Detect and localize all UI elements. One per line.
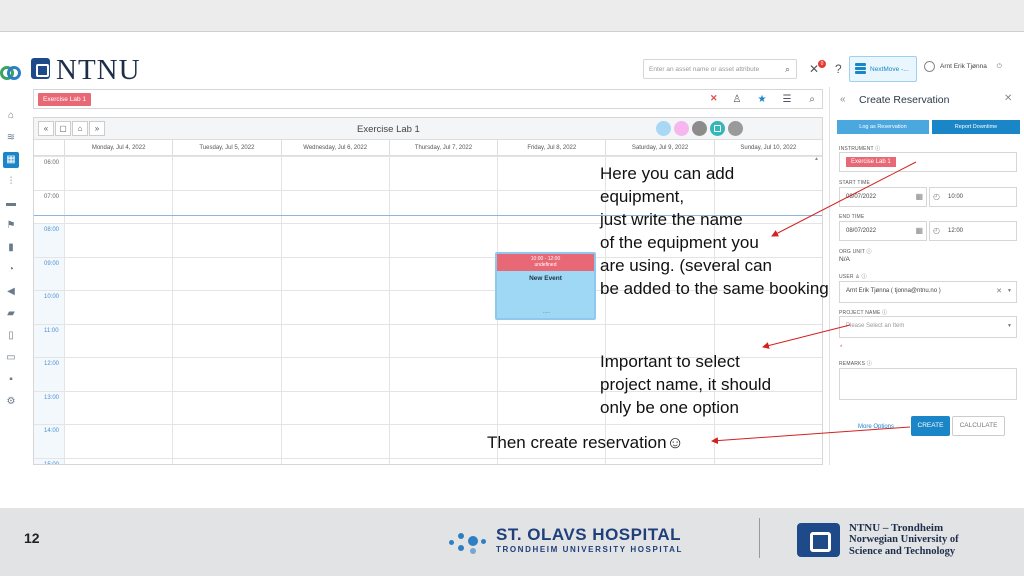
arrow-equipment [771, 161, 917, 237]
ntnu-footer-line-2: Norwegian University of [849, 534, 959, 545]
page-number: 12 [24, 530, 40, 546]
slide: NTNU Enter an asset name or asset attrib… [0, 0, 1024, 576]
st-olavs-logo-icon [449, 528, 489, 558]
annotation-arrows [711, 161, 917, 445]
slide-footer: 12 ST. OLAVS HOSPITAL TRONDHEIM UNIVERSI… [0, 508, 1024, 576]
hospital-subtitle: TRONDHEIM UNIVERSITY HOSPITAL [496, 545, 684, 554]
ntnu-footer-logo-icon [797, 523, 840, 557]
footer-divider [759, 518, 760, 558]
arrow-project [762, 324, 851, 349]
arrow-create [711, 426, 911, 445]
ntnu-footer-line-3: Science and Technology [849, 546, 956, 557]
ntnu-footer-line-1: NTNU – Trondheim [849, 522, 944, 534]
hospital-name: ST. OLAVS HOSPITAL [496, 525, 681, 544]
